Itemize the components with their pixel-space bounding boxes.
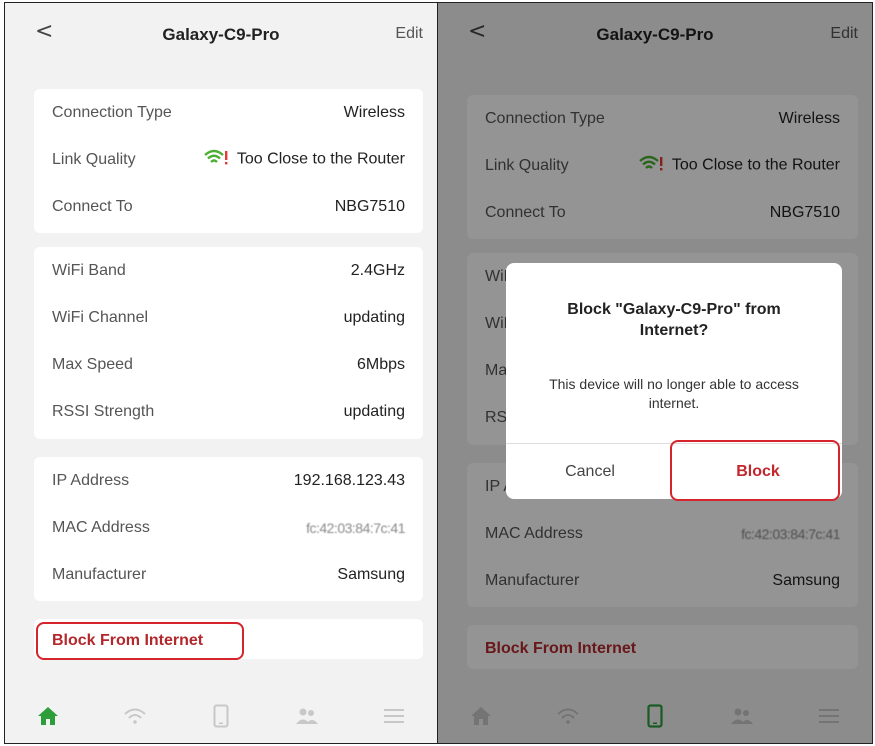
wifi-band-row: WiFi Band 2.4GHz xyxy=(34,247,423,294)
max-speed-row: Max Speed 6Mbps xyxy=(34,341,423,388)
mac-address-row: MAC Address fc:42:03:84:7c:41 xyxy=(34,504,423,551)
rssi-strength-row: RSSI Strength updating xyxy=(34,388,423,435)
row-label: WiFi Channel xyxy=(52,308,149,326)
row-value: Wireless xyxy=(343,103,405,121)
row-label: Connection Type xyxy=(52,103,172,121)
ip-address-row: IP Address 192.168.123.43 xyxy=(34,457,423,504)
wifi-channel-row: WiFi Channel updating xyxy=(34,294,423,341)
menu-icon[interactable] xyxy=(374,701,414,731)
wifi-card: WiFi Band 2.4GHz WiFi Channel updating M… xyxy=(34,247,423,439)
row-label: IP Address xyxy=(52,471,130,489)
block-confirm-screen: < Galaxy-C9-Pro Edit Connection Type Wir… xyxy=(437,2,873,744)
row-value-wrap: Too Close to the Router xyxy=(203,148,405,171)
row-label: MAC Address xyxy=(52,518,150,536)
row-value: Samsung xyxy=(337,565,405,583)
wifi-warning-icon xyxy=(203,148,229,171)
cancel-button[interactable]: Cancel xyxy=(506,444,674,499)
row-label: Link Quality xyxy=(52,150,136,168)
connection-type-row: Connection Type Wireless xyxy=(34,89,423,136)
link-quality-text: Too Close to the Router xyxy=(236,150,405,168)
row-value: 192.168.123.43 xyxy=(293,471,405,489)
row-label: Manufacturer xyxy=(52,565,147,583)
row-value: 2.4GHz xyxy=(350,261,405,279)
link-quality-row: Link Quality Too Close to the Router xyxy=(34,136,423,183)
network-card: IP Address 192.168.123.43 MAC Address fc… xyxy=(34,457,423,601)
row-label: Connect To xyxy=(52,197,133,215)
bottom-tab-bar xyxy=(5,688,437,743)
dialog-message: This device will no longer able to acces… xyxy=(549,376,799,411)
edit-button[interactable]: Edit xyxy=(395,25,423,43)
users-icon[interactable] xyxy=(287,701,327,731)
row-value: updating xyxy=(343,402,405,420)
row-label: RSSI Strength xyxy=(52,402,155,420)
connect-to-row: Connect To NBG7510 xyxy=(34,183,423,230)
wifi-icon[interactable] xyxy=(115,701,155,731)
row-label: Max Speed xyxy=(52,355,133,373)
page-title: Galaxy-C9-Pro xyxy=(162,25,280,44)
manufacturer-row: Manufacturer Samsung xyxy=(34,551,423,598)
connection-card: Connection Type Wireless Link Quality To… xyxy=(34,89,423,233)
row-label: WiFi Band xyxy=(52,261,126,279)
back-button[interactable]: < xyxy=(35,21,53,43)
row-value: updating xyxy=(343,308,405,326)
home-icon[interactable] xyxy=(28,701,68,731)
device-icon[interactable] xyxy=(201,701,241,731)
row-value: fc:42:03:84:7c:41 xyxy=(306,519,405,536)
row-value: NBG7510 xyxy=(334,197,405,215)
highlight-box xyxy=(670,440,840,501)
device-detail-screen: < Galaxy-C9-Pro Edit Connection Type Wir… xyxy=(4,2,438,744)
row-value: 6Mbps xyxy=(356,355,405,373)
top-bar: < Galaxy-C9-Pro Edit xyxy=(5,3,437,67)
dialog-title: Block "Galaxy-C9-Pro" from Internet? xyxy=(567,301,781,339)
highlight-box xyxy=(36,622,244,660)
